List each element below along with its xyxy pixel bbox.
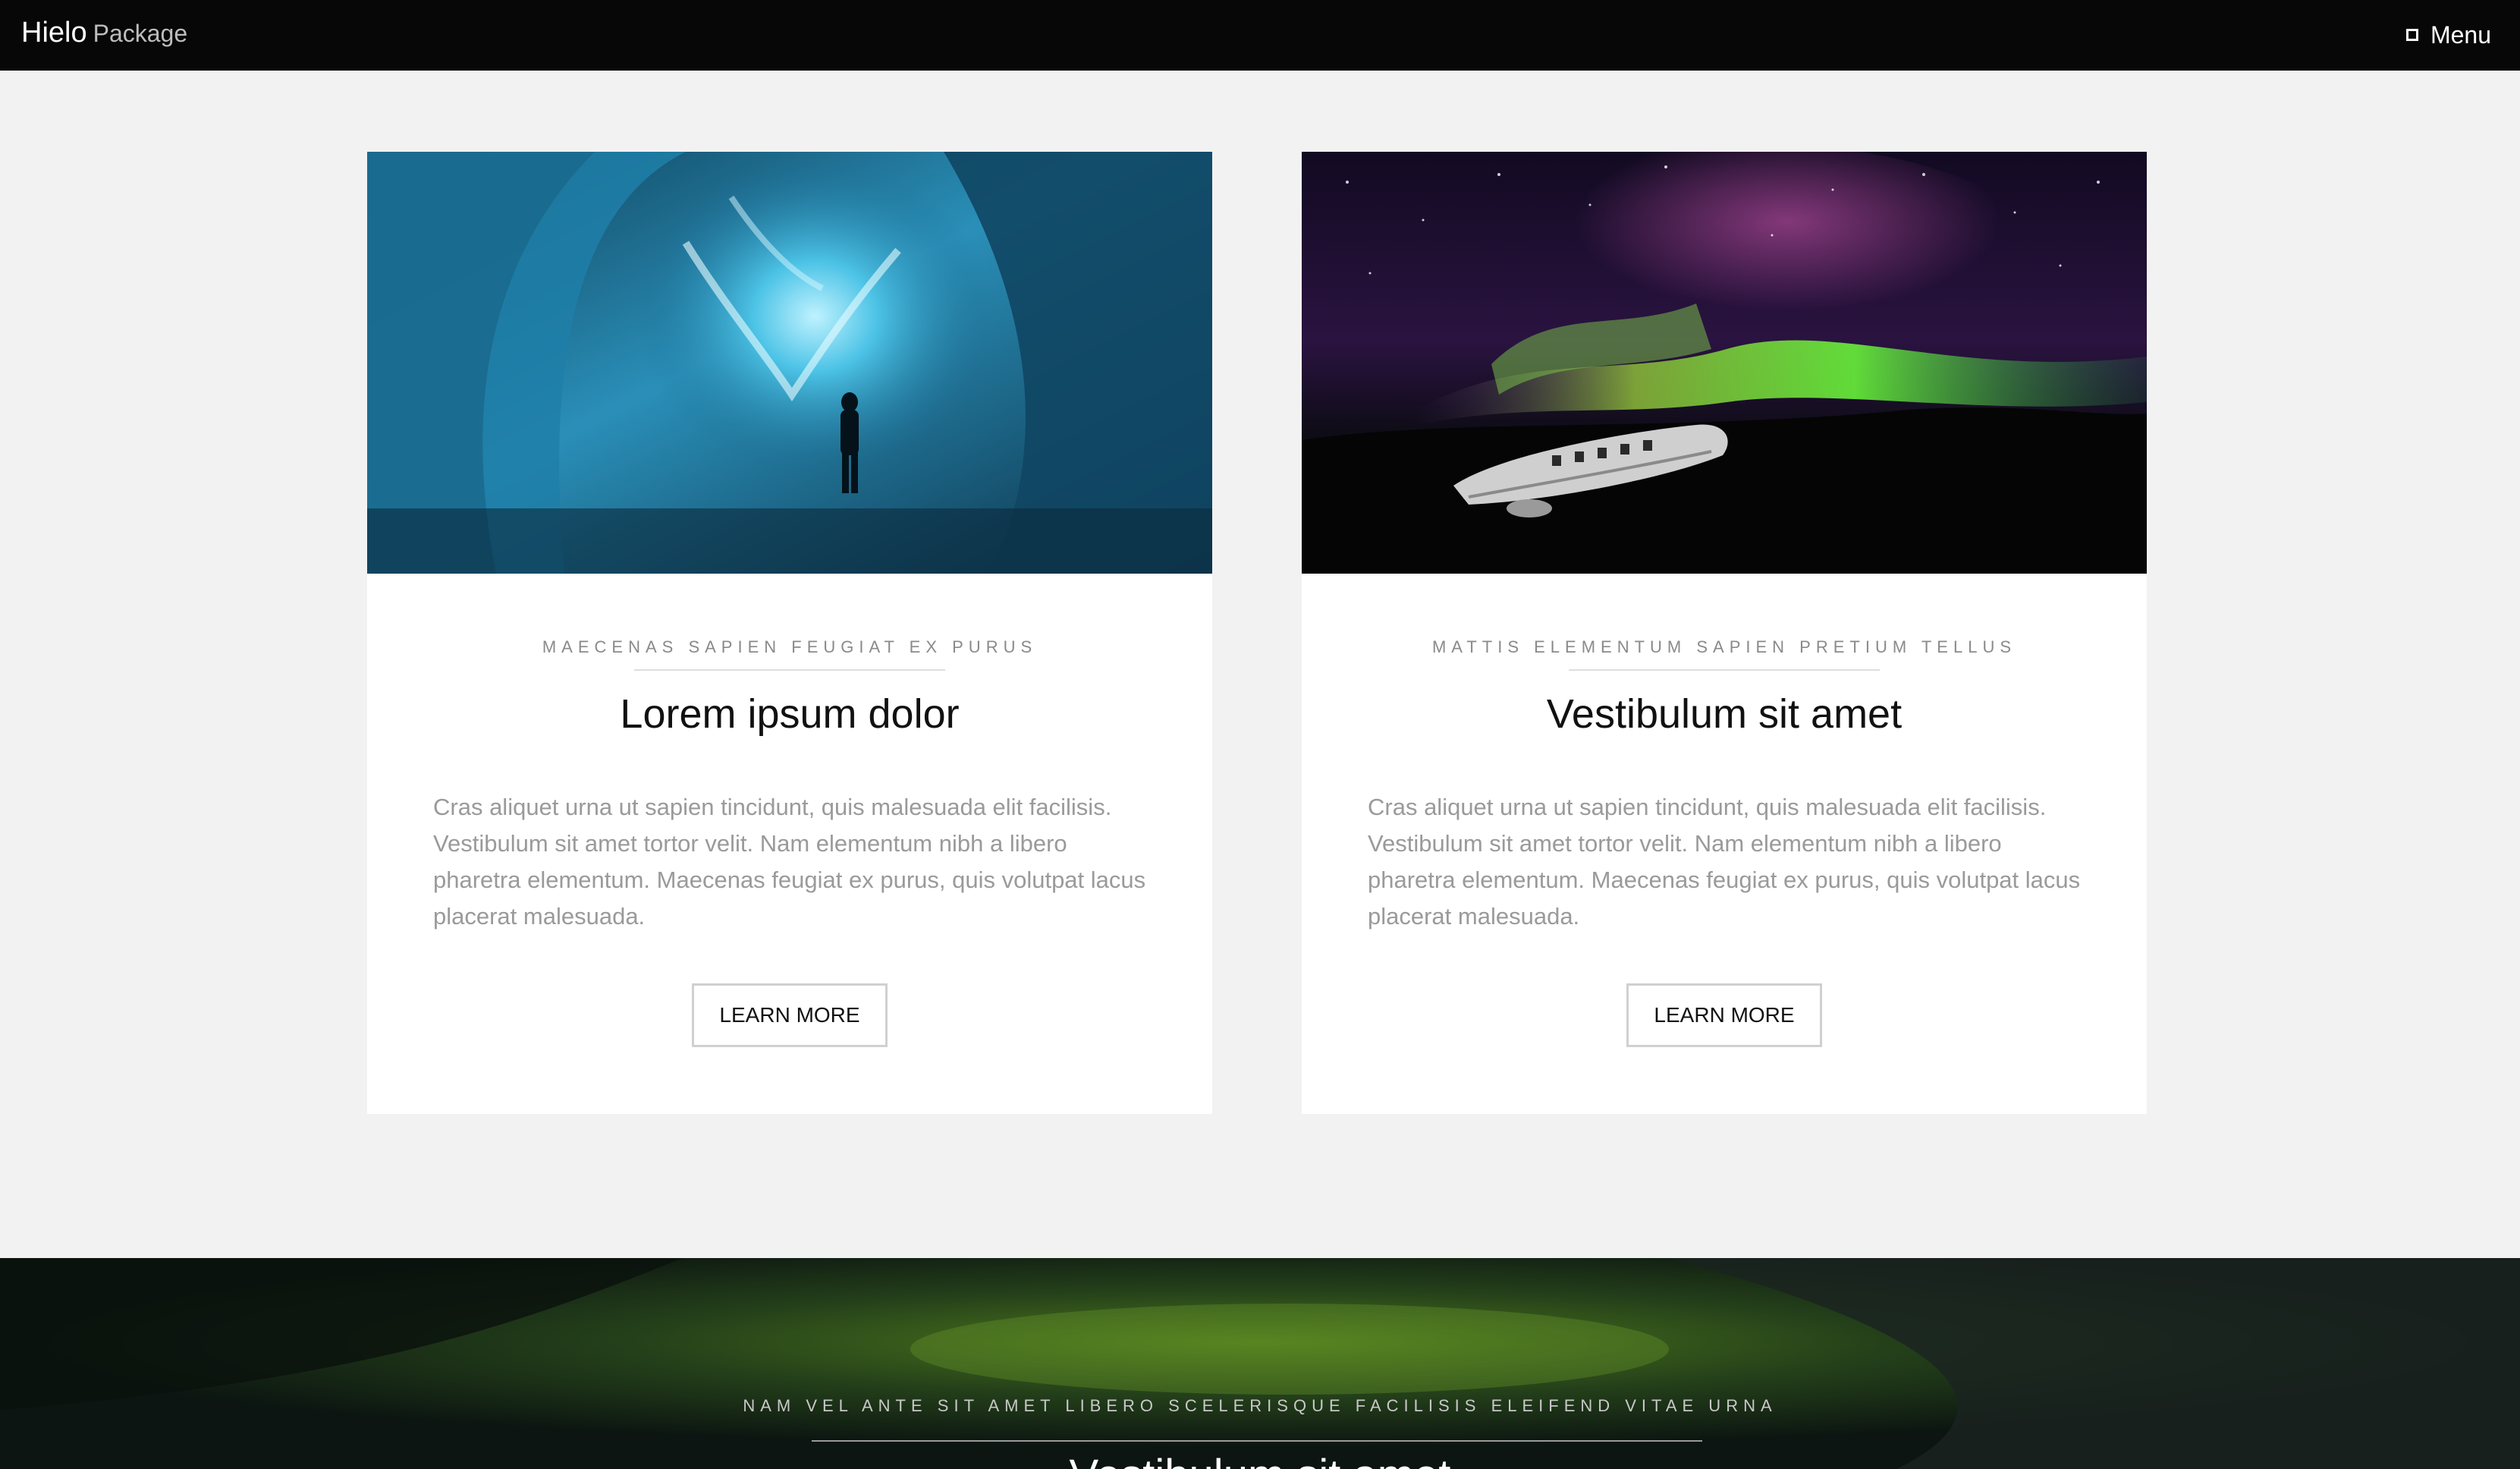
learn-more-button[interactable]: LEARN MORE [1626, 983, 1822, 1047]
learn-more-button[interactable]: LEARN MORE [692, 983, 888, 1047]
banner-kicker: NAM VEL ANTE SIT AMET LIBERO SCELERISQUE… [743, 1396, 1777, 1415]
site-logo[interactable]: Hielo Package [21, 17, 187, 49]
banner-title: Vestibulum sit amet [0, 1449, 2520, 1469]
card-body: MAECENAS SAPIEN FEUGIAT EX PURUS Lorem i… [367, 574, 1212, 1114]
card-text: Cras aliquet urna ut sapien tincidunt, q… [433, 794, 1146, 930]
card-text: Cras aliquet urna ut sapien tincidunt, q… [1368, 794, 2081, 930]
hero-banner: NAM VEL ANTE SIT AMET LIBERO SCELERISQUE… [0, 1258, 2520, 1469]
menu-label: Menu [2430, 20, 2491, 49]
ice-cave-image[interactable] [367, 152, 1212, 574]
logo-sub-text: Package [93, 20, 188, 47]
article-card-2: MATTIS ELEMENTUM SAPIEN PRETIUM TELLUS V… [1302, 152, 2147, 1114]
aurora-plane-image[interactable] [1302, 152, 2147, 574]
article-card-1: MAECENAS SAPIEN FEUGIAT EX PURUS Lorem i… [367, 152, 1212, 1114]
divider [634, 669, 945, 671]
divider [1569, 669, 1880, 671]
card-body: MATTIS ELEMENTUM SAPIEN PRETIUM TELLUS V… [1302, 574, 2147, 1114]
logo-main-text: Hielo [21, 17, 87, 49]
site-header: Hielo Package Menu [0, 0, 2520, 71]
card-kicker: MATTIS ELEMENTUM SAPIEN PRETIUM TELLUS [1431, 637, 2017, 656]
card-title: Lorem ipsum dolor [620, 691, 960, 737]
card-kicker: MAECENAS SAPIEN FEUGIAT EX PURUS [542, 637, 1038, 656]
card-title: Vestibulum sit amet [1546, 691, 1903, 737]
divider [812, 1440, 1702, 1442]
menu-button[interactable]: Menu [2405, 18, 2491, 52]
square-icon [2405, 29, 2418, 41]
lake-background-image [0, 1258, 2520, 1469]
